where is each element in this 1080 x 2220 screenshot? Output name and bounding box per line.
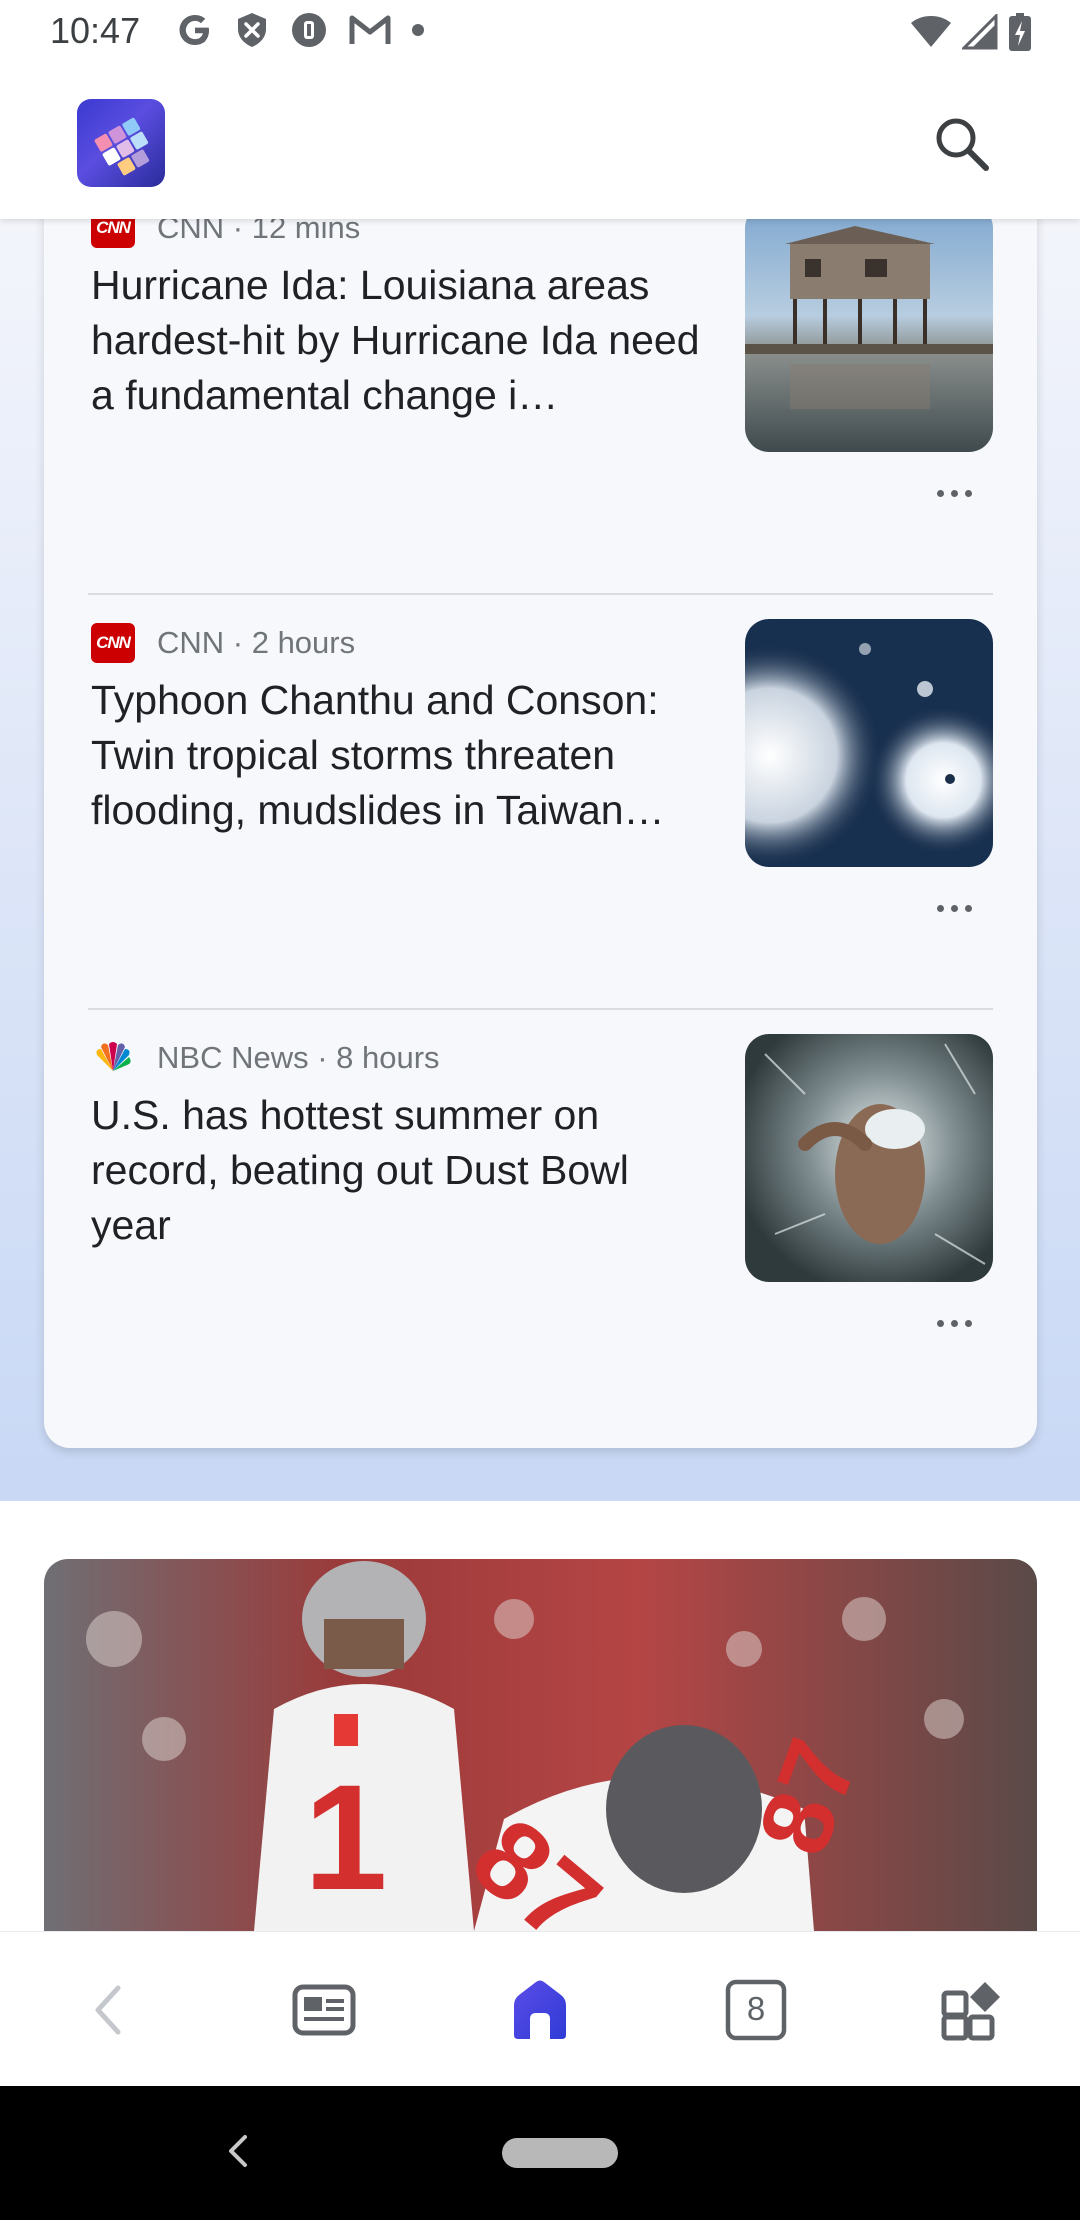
apps-button[interactable] [864,1932,1080,2087]
signal-icon [962,14,998,50]
more-options-button[interactable] [924,893,984,923]
search-button[interactable] [932,114,992,174]
home-button[interactable] [432,1932,648,2087]
dot [936,904,944,912]
house-on-stilts-image [745,204,993,452]
article-title[interactable]: Typhoon Chanthu and Conson: Twin tropica… [91,673,701,838]
article-thumbnail[interactable] [745,1034,993,1282]
nbc-peacock-icon [91,1038,135,1078]
news-icon [292,1984,356,2035]
article-item[interactable]: NBC News · 8 hours U.S. has hottest summ… [44,1010,1037,1425]
tab-count: 8 [746,1990,766,2027]
search-icon [936,118,989,171]
hero-story-image[interactable]: 1 87 87 [44,1559,1037,1931]
wifi-icon [911,16,951,47]
system-navigation-bar [0,2086,1080,2220]
status-bar: 10:47 [0,0,1080,66]
system-home-pill[interactable] [502,2138,618,2168]
shield-x-icon [238,13,266,47]
system-status-icons [910,12,1032,52]
water-splash-image [745,1034,993,1282]
home-icon [514,1980,566,2039]
article-title[interactable]: U.S. has hottest summer on record, beati… [91,1088,701,1253]
source-label: CNN · 2 hours [157,625,356,660]
article-thumbnail[interactable] [745,619,993,867]
article-item[interactable]: CNN CNN · 12 mins Hurricane Ida: Louisia… [44,180,1037,595]
app-logo[interactable] [77,99,165,187]
feed-background: CNN CNN · 12 mins Hurricane Ida: Louisia… [0,180,1080,1501]
dot [964,489,972,497]
svg-text:1: 1 [304,1753,387,1921]
dot [950,1319,958,1327]
cnn-icon: CNN [91,623,135,663]
apps-icon [941,1981,1000,2040]
bottom-toolbar: 8 [0,1931,1080,2086]
vpn-key-icon [292,13,326,47]
dot [936,489,944,497]
article-source: CNN CNN · 2 hours [91,623,355,663]
dot [964,1319,972,1327]
article-thumbnail[interactable] [745,204,993,452]
football-players-image: 1 87 87 [44,1559,1037,1931]
back-button[interactable] [0,1932,216,2087]
article-source: NBC News · 8 hours [91,1038,440,1078]
news-button[interactable] [216,1932,432,2087]
system-back-icon[interactable] [225,2131,251,2171]
notification-icons [175,10,425,50]
status-time: 10:47 [50,10,141,51]
app-header [0,66,1080,219]
gmail-icon [349,15,391,44]
more-options-button[interactable] [924,1308,984,1338]
dot [936,1319,944,1327]
dot [964,904,972,912]
dot [950,489,958,497]
news-card: CNN CNN · 12 mins Hurricane Ida: Louisia… [44,180,1037,1448]
dot [950,904,958,912]
satellite-storm-image [745,619,993,867]
app-logo-icon [94,117,150,176]
more-options-button[interactable] [924,478,984,508]
back-icon [95,1985,121,2034]
dot-icon [412,24,424,36]
source-label: NBC News · 8 hours [157,1040,440,1075]
article-title[interactable]: Hurricane Ida: Louisiana areas hardest-h… [91,258,701,423]
tabs-button[interactable]: 8 [648,1932,864,2087]
article-item[interactable]: CNN CNN · 2 hours Typhoon Chanthu and Co… [44,595,1037,1010]
google-g-icon [179,15,209,45]
battery-icon [1009,13,1031,51]
